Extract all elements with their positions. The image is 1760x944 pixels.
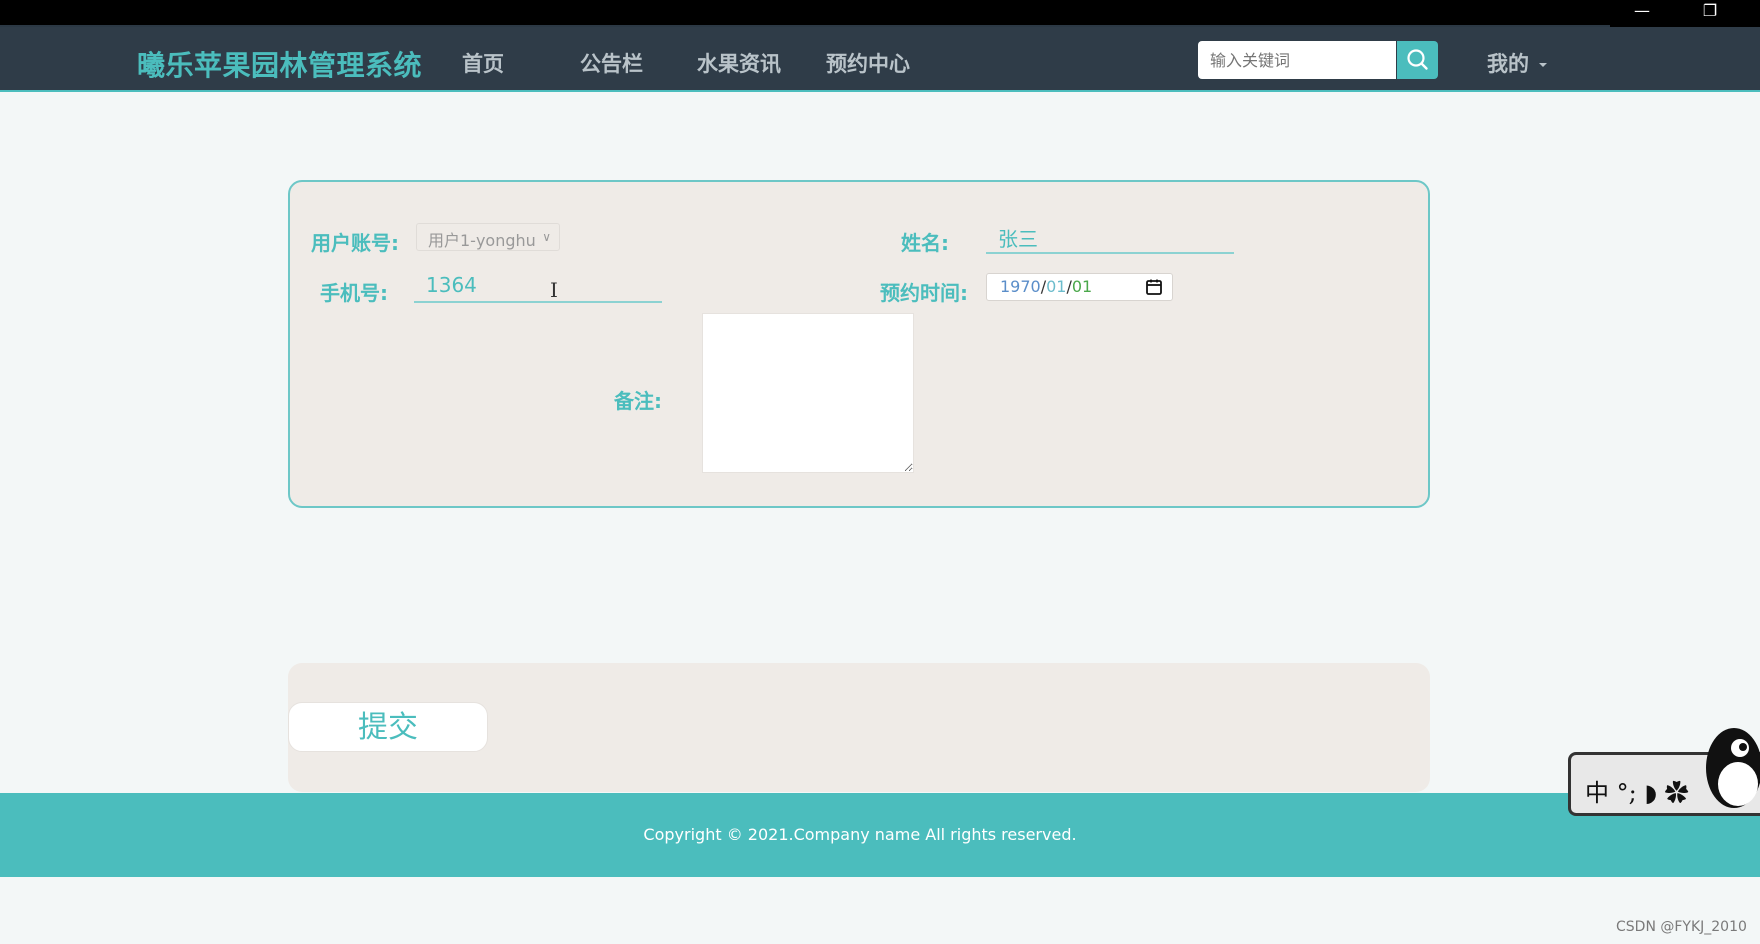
top-navbar: 曦乐苹果园林管理系统 首页 公告栏 水果资讯 预约中心 我的: [0, 27, 1760, 92]
name-field[interactable]: [986, 222, 1234, 254]
submit-button[interactable]: 提交: [288, 702, 488, 752]
note-textarea[interactable]: [702, 313, 914, 473]
account-label: 用户账号:: [311, 231, 399, 255]
minimize-button[interactable]: —: [1612, 0, 1672, 27]
appointment-date-input[interactable]: 1970/01/01: [986, 273, 1173, 301]
search-button[interactable]: [1397, 41, 1438, 79]
nav-item-booking-center[interactable]: 预约中心: [826, 48, 910, 78]
ime-penguin-mascot-icon: [1706, 728, 1760, 808]
name-label: 姓名:: [901, 231, 949, 255]
page-footer: Copyright © 2021.Company name All rights…: [0, 793, 1760, 877]
nav-item-notice-board[interactable]: 公告栏: [580, 48, 643, 78]
search-input[interactable]: [1198, 41, 1396, 79]
phone-field[interactable]: [414, 269, 662, 303]
date-day: 01: [1071, 277, 1093, 296]
brand-title[interactable]: 曦乐苹果园林管理系统: [137, 44, 422, 84]
date-month: 01: [1046, 277, 1067, 296]
account-select[interactable]: 用户1-yonghu ∨: [416, 223, 560, 251]
booking-form-card: 用户账号: 用户1-yonghu ∨ 姓名: 手机号: I 预约时间: 1970…: [288, 180, 1430, 508]
copyright-text: Copyright © 2021.Company name All rights…: [643, 825, 1077, 844]
note-label: 备注:: [614, 389, 662, 413]
user-menu-label: 我的: [1487, 52, 1529, 76]
window-title-bar: — ❐: [0, 0, 1760, 27]
chevron-down-icon: ∨: [542, 230, 551, 244]
search-icon: [1407, 49, 1428, 70]
mouse-cursor-ibeam-icon: I: [550, 278, 558, 302]
caret-down-icon: [1539, 63, 1547, 67]
user-menu[interactable]: 我的: [1487, 48, 1547, 78]
nav-item-fruit-news[interactable]: 水果资讯: [697, 48, 781, 78]
appointment-time-label: 预约时间:: [880, 281, 968, 305]
date-year: 1970: [1000, 277, 1041, 296]
calendar-icon[interactable]: [1144, 277, 1164, 297]
phone-label: 手机号:: [320, 281, 388, 305]
watermark-text: CSDN @FYKJ_2010: [1616, 919, 1747, 935]
nav-item-home[interactable]: 首页: [462, 48, 504, 78]
restore-button[interactable]: ❐: [1680, 0, 1740, 27]
account-select-value: 用户1-yonghu: [428, 231, 536, 250]
ime-status-text: 中 °; ◗ ✿: [1585, 779, 1689, 807]
